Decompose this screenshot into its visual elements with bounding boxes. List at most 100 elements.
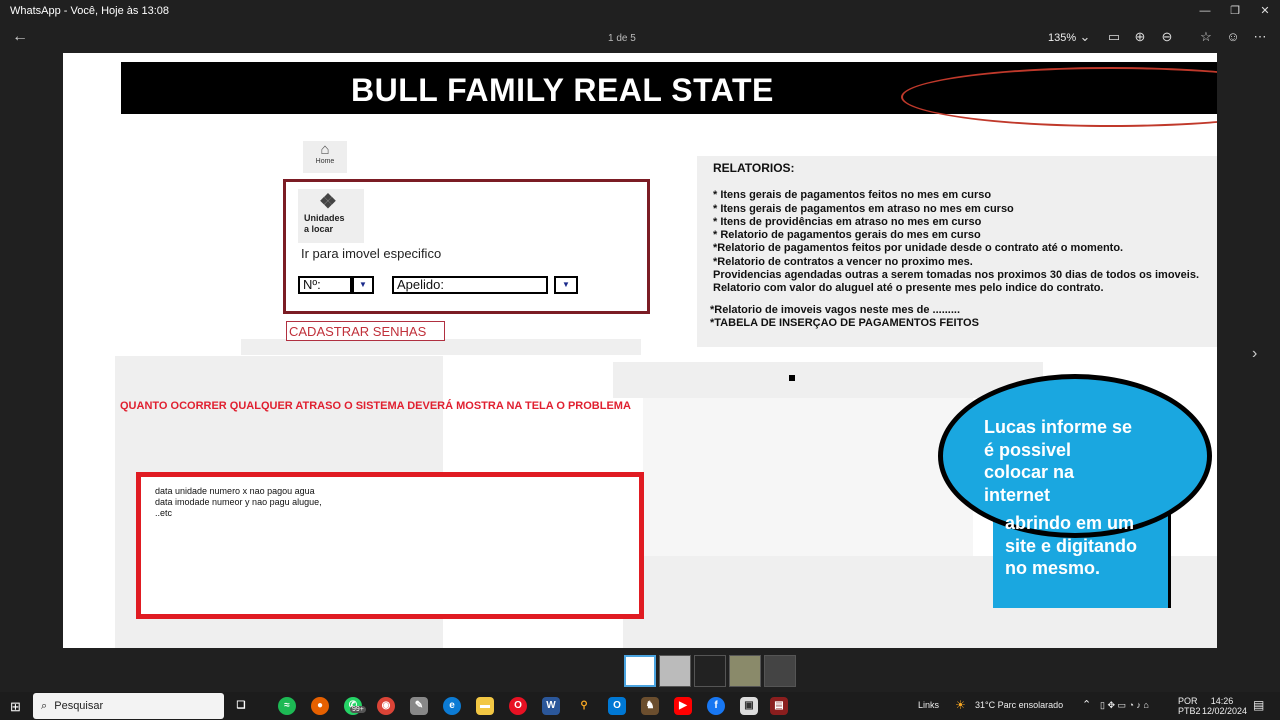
bubble-line: Lucas informe se: [984, 417, 1133, 437]
opera-icon[interactable]: O: [509, 697, 527, 715]
youtube-icon[interactable]: ▶: [674, 697, 692, 715]
word-icon[interactable]: W: [542, 697, 560, 715]
tray-icons[interactable]: ▯ ✥ ▭ ◔ ♪ ⌂: [1100, 700, 1149, 711]
apelido-dropdown-icon[interactable]: ▼: [554, 276, 578, 294]
relatorio-item[interactable]: * Itens de providências em atraso no mes…: [713, 216, 1202, 229]
error-message-box: data unidade numero x nao pagou agua dat…: [136, 472, 644, 619]
firefox-icon[interactable]: ●: [311, 697, 329, 715]
window-titlebar: WhatsApp - Você, Hoje às 13:08 — ❐ ✕: [0, 0, 1280, 22]
error-line: ..etc: [155, 508, 173, 518]
bubble-line: colocar na: [984, 462, 1075, 482]
relatorio-item[interactable]: *Relatorio de contratos a vencer no prox…: [713, 256, 1202, 269]
bubble-text-top: Lucas informe se é possivel colocar na i…: [984, 416, 1132, 506]
page-indicator: 1 de 5: [608, 33, 636, 44]
zoom-out-icon[interactable]: ⊖: [1158, 29, 1176, 45]
relatorio-item[interactable]: * Itens gerais de pagamentos feitos no m…: [713, 189, 1202, 202]
diamond-grid-icon: ❖: [319, 191, 337, 213]
search-icon: ⌕: [41, 700, 48, 712]
thumbnail-3[interactable]: [694, 655, 726, 687]
maximize-button[interactable]: ❐: [1220, 2, 1250, 20]
bubble-line: abrindo em um: [1005, 513, 1135, 533]
numero-dropdown-icon[interactable]: ▼: [352, 276, 374, 294]
header-banner: BULL FAMILY REAL STATE: [121, 62, 1217, 127]
thumbnail-1[interactable]: [624, 655, 656, 687]
bubble-text-bottom: abrindo em um site e digitando no mesmo.: [1005, 512, 1137, 580]
ir-para-label: Ir para imovel especifico: [301, 246, 442, 261]
star-icon[interactable]: ☆: [1197, 29, 1215, 45]
relatorio-item[interactable]: * Itens gerais de pagamentos em atraso n…: [713, 203, 1202, 216]
alert-text: QUANTO OCORRER QUALQUER ATRASO O SISTEMA…: [120, 400, 631, 412]
home-icon: ⌂: [320, 141, 330, 158]
store-icon[interactable]: ▣: [740, 697, 758, 715]
weather-text[interactable]: 31°C Parc ensolarado: [975, 700, 1063, 710]
gray-panel-mid: [613, 362, 1043, 398]
relatorio-item[interactable]: *Relatorio de pagamentos feitos por unid…: [713, 242, 1202, 255]
more-icon[interactable]: ⋯: [1251, 29, 1269, 45]
game-icon[interactable]: ♞: [641, 697, 659, 715]
thumbnail-2[interactable]: [659, 655, 691, 687]
archive-icon[interactable]: ▤: [770, 697, 788, 715]
viewer-toolbar: ← 1 de 5 135% ⌄ ▭ ⊕ ⊖ ☆ ☺ ⋯: [0, 22, 1280, 54]
thumbnail-4[interactable]: [729, 655, 761, 687]
paint-icon[interactable]: ✎: [410, 697, 428, 715]
relatorio-item[interactable]: Providencias agendadas outras a serem to…: [713, 269, 1202, 282]
clock[interactable]: 14:26 12/02/2024: [1202, 696, 1248, 716]
emoji-icon[interactable]: ☺: [1224, 29, 1242, 44]
unidades-a-locar-button[interactable]: ❖ Unidades a locar: [298, 189, 364, 243]
task-view-icon[interactable]: ❏: [232, 697, 250, 715]
zoom-in-icon[interactable]: ⊕: [1131, 29, 1149, 45]
error-line: data imodade numeor y nao pagu alugue,: [155, 497, 322, 507]
cadastrar-senhas-button[interactable]: CADASTRAR SENHAS: [286, 321, 445, 341]
relatorio-item[interactable]: Relatorio com valor do aluguel até o pre…: [713, 282, 1202, 295]
relatorios-panel: RELATORIOS: * Itens gerais de pagamentos…: [697, 156, 1217, 347]
facebook-icon[interactable]: f: [707, 697, 725, 715]
black-dot: [789, 375, 795, 381]
gray-patch: [241, 339, 641, 355]
banner-title: BULL FAMILY REAL STATE: [351, 72, 774, 108]
bubble-line: no mesmo.: [1005, 558, 1101, 578]
back-arrow-icon[interactable]: ←: [12, 28, 28, 46]
numero-field[interactable]: Nº:: [298, 276, 352, 294]
minimize-button[interactable]: —: [1190, 2, 1220, 20]
outlook-icon[interactable]: O: [608, 697, 626, 715]
a-locar-label: a locar: [304, 224, 334, 234]
spotify-icon[interactable]: ≈: [278, 697, 296, 715]
lang-line: POR: [1178, 696, 1198, 706]
clock-time: 14:26: [1210, 696, 1234, 706]
relatorio-item[interactable]: *Relatorio de imoveis vagos neste mes de…: [710, 304, 1202, 317]
lang-line: PTB2: [1178, 706, 1201, 716]
chevron-up-icon[interactable]: ⌃: [1082, 698, 1091, 711]
bubble-line: internet: [984, 484, 1051, 505]
edge-icon[interactable]: e: [443, 697, 461, 715]
property-selector-box: ❖ Unidades a locar Ir para imovel especi…: [283, 179, 650, 314]
home-label: Home: [315, 158, 335, 165]
whatsapp-badge: 99+: [350, 706, 366, 713]
close-button[interactable]: ✕: [1250, 2, 1280, 20]
red-scribble-oval: [901, 67, 1217, 127]
window-title: WhatsApp - Você, Hoje às 13:08: [10, 5, 169, 17]
windows-start-icon[interactable]: ⊞: [10, 699, 21, 715]
relatorio-item[interactable]: * Relatorio de pagamentos gerais do mes …: [713, 229, 1202, 242]
windows-taskbar: ⊞ ⌕ Pesquisar ❏ ≈ ● ✆ 99+ ◉ ✎ e ▬ O W ⚲ …: [0, 692, 1280, 720]
unidades-label: Unidades: [304, 213, 345, 223]
chrome-icon[interactable]: ◉: [377, 697, 395, 715]
fit-page-icon[interactable]: ▭: [1105, 29, 1123, 45]
bubble-line: é possivel: [984, 439, 1072, 460]
bubble-line: site e digitando: [1005, 535, 1138, 556]
taskbar-search-box[interactable]: ⌕ Pesquisar: [33, 693, 224, 719]
language-indicator[interactable]: POR PTB2: [1178, 696, 1201, 716]
thumbnail-5[interactable]: [764, 655, 796, 687]
apelido-field[interactable]: Apelido:: [392, 276, 548, 294]
next-page-chevron-icon[interactable]: ›: [1252, 345, 1257, 363]
home-button[interactable]: ⌂ Home: [303, 141, 347, 173]
gray-panel-mid-lower: [643, 398, 973, 556]
links-label[interactable]: Links: [918, 700, 939, 710]
chevron-down-icon[interactable]: ⌄: [1076, 29, 1094, 45]
folder-icon[interactable]: ▬: [476, 697, 494, 715]
weather-icon: ☀: [955, 698, 966, 712]
search-app-icon[interactable]: ⚲: [575, 697, 593, 715]
clock-date: 12/02/2024: [1202, 706, 1248, 716]
zoom-level[interactable]: 135%: [1048, 32, 1076, 44]
notification-icon[interactable]: ▤: [1253, 698, 1264, 712]
relatorio-item[interactable]: *TABELA DE INSERÇAO DE PAGAMENTOS FEITOS: [710, 317, 1202, 330]
